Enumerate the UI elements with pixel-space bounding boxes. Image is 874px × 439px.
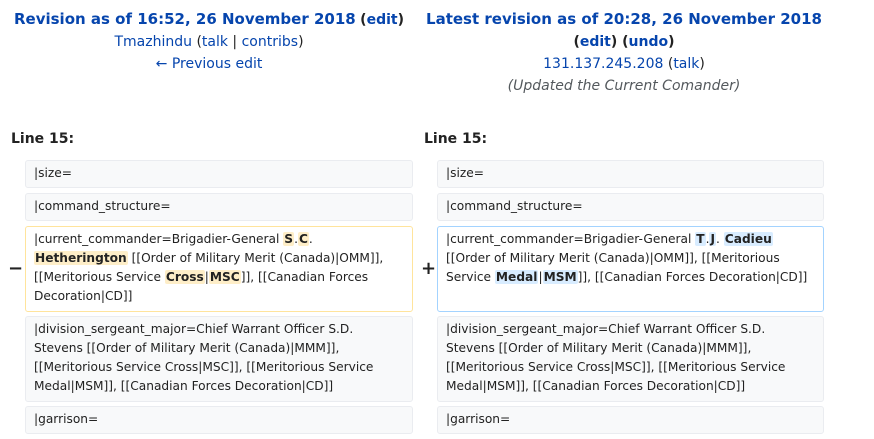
added-word: Medal (494, 270, 539, 284)
added-word: T (695, 232, 706, 246)
old-revision-link[interactable]: Revision as of 16:52, 26 November 2018 (14, 10, 356, 28)
added-line-marker: + (421, 258, 437, 279)
deleted-word: S (283, 232, 295, 246)
context-line-command-structure-right: |command_structure= (437, 193, 824, 221)
added-word: Cadieu (723, 232, 773, 246)
new-revision-link[interactable]: Latest revision as of 20:28, 26 November… (426, 10, 822, 28)
edit-summary: (Updated the Current Comander) (507, 78, 741, 94)
deleted-word: MSC (208, 270, 241, 284)
deleted-line: |current_commander=Brigadier-General S.C… (25, 226, 413, 312)
new-user-talk-link[interactable]: talk (673, 56, 699, 72)
context-line-garrison-left: |garrison= (25, 406, 413, 434)
new-edit-link[interactable]: edit (580, 34, 611, 50)
deleted-word: Hetherington (34, 251, 128, 265)
context-line-size-left: |size= (25, 160, 413, 188)
context-line-garrison-right: |garrison= (437, 406, 824, 434)
added-line: |current_commander=Brigadier-General T.J… (437, 226, 824, 312)
context-line-size-right: |size= (437, 160, 824, 188)
deleted-word: Cross (164, 270, 205, 284)
old-user-contribs-link[interactable]: contribs (242, 34, 298, 50)
line-number-right: Line 15: (424, 131, 488, 147)
old-user-talk-link[interactable]: talk (202, 34, 228, 50)
new-revision-header: Latest revision as of 20:28, 26 November… (426, 10, 822, 94)
undo-link[interactable]: undo (629, 34, 669, 50)
deleted-line-marker: − (8, 258, 24, 279)
context-line-division-sergeant-major-right: |division_sergeant_major=Chief Warrant O… (437, 316, 824, 402)
new-user-link[interactable]: 131.137.245.208 (543, 56, 663, 72)
context-line-division-sergeant-major-left: |division_sergeant_major=Chief Warrant O… (25, 316, 413, 402)
old-revision-header: Revision as of 16:52, 26 November 2018 (… (13, 10, 404, 72)
old-user-link[interactable]: Tmazhindu (114, 34, 192, 50)
deleted-word: C (297, 232, 309, 246)
added-word: MSM (542, 270, 578, 284)
line-number-left: Line 15: (11, 131, 75, 147)
old-edit-link[interactable]: edit (367, 12, 398, 28)
context-line-command-structure-left: |command_structure= (25, 193, 413, 221)
previous-edit-link[interactable]: ← Previous edit (156, 56, 263, 72)
